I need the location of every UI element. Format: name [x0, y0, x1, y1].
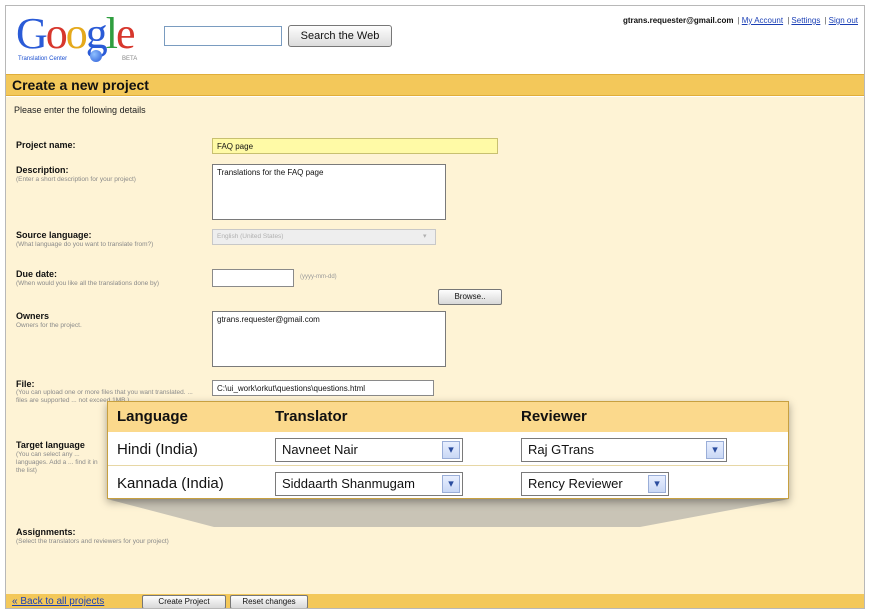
zoomed-header-translator: Translator: [275, 408, 348, 425]
sign-out-link[interactable]: Sign out: [829, 16, 858, 25]
due-date-label: Due date:: [16, 269, 58, 279]
due-date-format-hint: (yyyy-mm-dd): [300, 274, 337, 280]
assignments-label: Assignments:: [16, 527, 76, 537]
zoomed-reviewer-select[interactable]: Rency Reviewer ▾: [521, 472, 669, 496]
translator-value: Navneet Nair: [282, 442, 358, 457]
logo-beta: BETA: [122, 56, 138, 62]
table-row: Hindi (India) Navneet Nair ▾ Raj GTrans …: [108, 433, 788, 466]
page-frame: Google Translation Center BETA Search th…: [5, 5, 865, 609]
zoomed-assignments-table: Language Translator Reviewer Hindi (Indi…: [107, 401, 789, 499]
zoomed-table-header: Language Translator Reviewer: [108, 402, 788, 432]
due-date-input[interactable]: [212, 269, 294, 287]
logo-wordmark: Google: [16, 9, 135, 58]
form-area: Please enter the following details Proje…: [6, 97, 864, 597]
reset-changes-button[interactable]: Reset changes: [230, 595, 308, 608]
description-textarea[interactable]: Translations for the FAQ page: [212, 164, 446, 220]
file-path-input[interactable]: C:\ui_work\orkut\questions\questions.htm…: [212, 380, 434, 396]
zoomed-reviewer-select[interactable]: Raj GTrans ▾: [521, 438, 727, 462]
source-language-hint: (What language do you want to translate …: [16, 241, 154, 248]
settings-link[interactable]: Settings: [791, 16, 820, 25]
chevron-down-icon: ▾: [706, 441, 724, 459]
globe-icon: [90, 50, 102, 62]
owners-textarea[interactable]: gtrans.requester@gmail.com: [212, 311, 446, 367]
footer-bar: « Back to all projects Create Project Re…: [6, 594, 864, 608]
table-row: Kannada (India) Siddaarth Shanmugam ▾ Re…: [108, 467, 788, 500]
zoomed-row-language: Kannada (India): [117, 475, 224, 492]
browse-button[interactable]: Browse..: [438, 289, 502, 305]
chevron-down-icon: ▾: [648, 475, 666, 493]
chevron-down-icon: ▾: [423, 233, 427, 240]
user-links: gtrans.requester@gmail.com | My Account |…: [622, 16, 858, 25]
zoomed-row-language: Hindi (India): [117, 441, 198, 458]
translator-value: Siddaarth Shanmugam: [282, 476, 415, 491]
zoomed-translator-select[interactable]: Navneet Nair ▾: [275, 438, 463, 462]
source-language-label: Source language:: [16, 230, 92, 240]
logo-subtitle: Translation Center: [18, 56, 68, 62]
chevron-down-icon: ▾: [442, 475, 460, 493]
owners-label: Owners: [16, 311, 50, 321]
page-title: Create a new project: [12, 77, 149, 93]
reviewer-value: Rency Reviewer: [528, 476, 623, 491]
source-language-value: English (United States): [217, 233, 284, 240]
project-name-label: Project name:: [16, 140, 76, 150]
google-logo[interactable]: Google Translation Center BETA: [16, 12, 151, 68]
page-title-bar: Create a new project: [6, 74, 864, 96]
back-to-projects-link[interactable]: « Back to all projects: [12, 596, 104, 607]
zoomed-header-reviewer: Reviewer: [521, 408, 587, 425]
source-language-select: English (United States) ▾: [212, 229, 436, 245]
header-search-input[interactable]: [164, 26, 282, 46]
reviewer-value: Raj GTrans: [528, 442, 594, 457]
due-date-hint: (When would you like all the translation…: [16, 280, 160, 287]
owners-hint: Owners for the project.: [16, 322, 82, 329]
zoomed-header-language: Language: [117, 408, 188, 425]
chevron-down-icon: ▾: [442, 441, 460, 459]
form-intro: Please enter the following details: [14, 105, 146, 115]
zoomed-translator-select[interactable]: Siddaarth Shanmugam ▾: [275, 472, 463, 496]
description-hint: (Enter a short description for your proj…: [16, 176, 136, 183]
search-web-button[interactable]: Search the Web: [288, 25, 392, 47]
description-label: Description:: [16, 165, 69, 175]
my-account-link[interactable]: My Account: [742, 16, 783, 25]
target-language-hint: (You can select any ... languages. Add a…: [16, 451, 98, 474]
create-project-button[interactable]: Create Project: [142, 595, 226, 608]
user-email: gtrans.requester@gmail.com: [622, 16, 734, 25]
assignments-hint: (Select the translators and reviewers fo…: [16, 538, 169, 545]
project-name-input[interactable]: FAQ page: [212, 138, 498, 154]
file-label: File:: [16, 379, 35, 389]
target-language-label: Target language: [16, 440, 85, 450]
